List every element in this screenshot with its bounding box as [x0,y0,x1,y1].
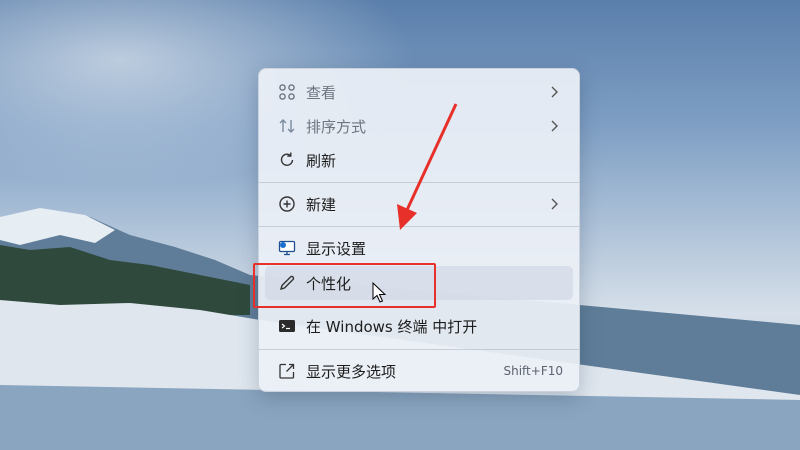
chevron-right-icon [551,198,558,210]
plus-circle-icon [277,194,297,214]
menu-item-new[interactable]: 新建 [265,187,573,221]
menu-item-show-more-options[interactable]: 显示更多选项 Shift+F10 [265,354,573,388]
menu-item-display-settings[interactable]: 显示设置 [265,231,573,265]
menu-separator [259,182,579,183]
chevron-right-icon [551,120,558,132]
menu-item-label: 显示更多选项 [306,362,397,381]
sort-icon [277,116,297,136]
grid-icon [277,82,297,102]
menu-item-label: 排序方式 [306,117,367,136]
menu-item-label: 新建 [306,195,337,214]
terminal-icon [277,316,297,336]
menu-item-view[interactable]: 查看 [265,75,573,109]
open-external-icon [277,361,297,381]
menu-item-label: 刷新 [306,151,337,170]
menu-item-sort-by[interactable]: 排序方式 [265,109,573,143]
refresh-icon [277,150,297,170]
menu-item-open-in-terminal[interactable]: 在 Windows 终端 中打开 [265,309,573,343]
display-settings-icon [277,238,297,258]
menu-item-refresh[interactable]: 刷新 [265,143,573,177]
chevron-right-icon [551,86,558,98]
shortcut-label: Shift+F10 [503,364,563,378]
menu-separator [259,226,579,227]
desktop-context-menu: 查看 排序方式 刷新 新建 显示设置 个性化 在 Windows 终端 中打开 … [258,68,580,392]
menu-item-label: 在 Windows 终端 中打开 [306,317,478,336]
highlight-box [253,263,436,308]
mouse-cursor-icon [372,282,387,303]
menu-item-label: 显示设置 [306,239,367,258]
menu-separator [259,349,579,350]
menu-item-label: 查看 [306,83,337,102]
